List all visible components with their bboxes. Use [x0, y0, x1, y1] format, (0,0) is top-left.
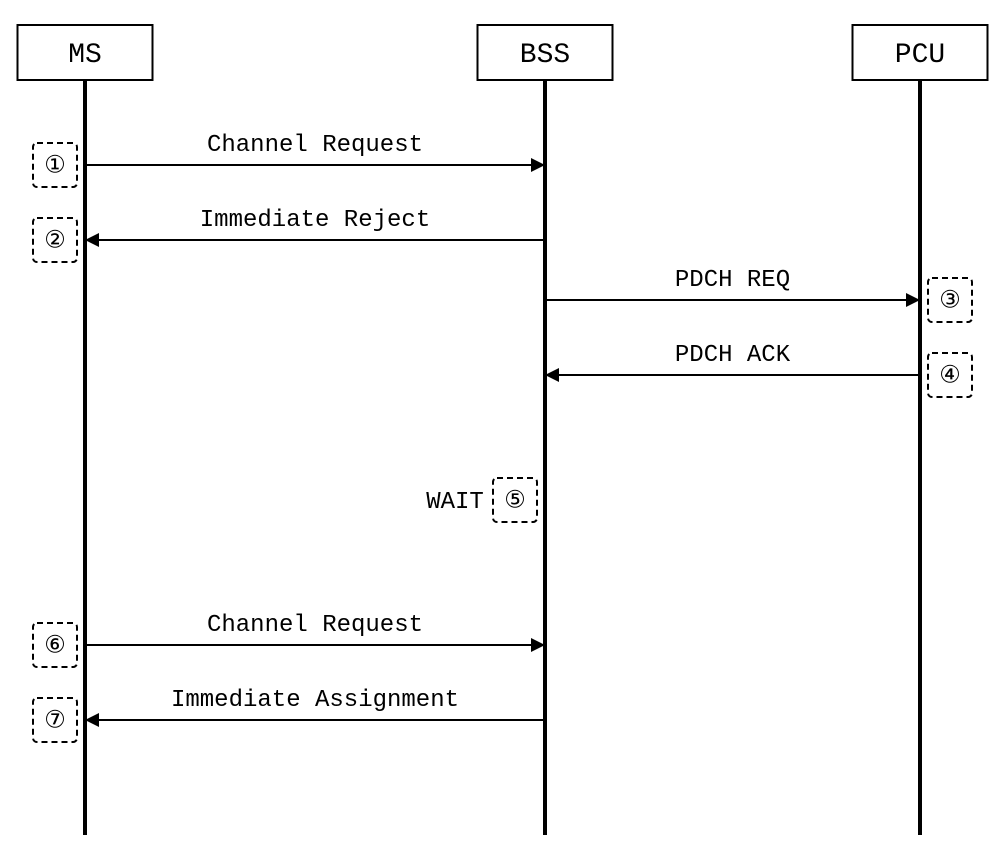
message-label-1: Channel Request — [207, 132, 423, 159]
participant-label-bss: BSS — [520, 40, 570, 71]
message-label-7: Immediate Assignment — [171, 687, 459, 714]
step-number-3: ③ — [939, 288, 961, 315]
arrow-head — [531, 638, 545, 652]
participant-label-ms: MS — [68, 40, 102, 71]
message-label-2: Immediate Reject — [200, 207, 430, 234]
message-label-4: PDCH ACK — [675, 342, 791, 369]
message-label-3: PDCH REQ — [675, 267, 790, 294]
self-note-label: WAIT — [426, 489, 484, 516]
arrow-head — [545, 368, 559, 382]
step-number-7: ⑦ — [44, 708, 66, 735]
arrow-head — [531, 158, 545, 172]
message-label-6: Channel Request — [207, 612, 423, 639]
arrow-head — [85, 713, 99, 727]
step-number-4: ④ — [939, 363, 961, 390]
arrow-head — [85, 233, 99, 247]
participant-label-pcu: PCU — [895, 40, 945, 71]
step-number-5: ⑤ — [504, 488, 526, 515]
step-number-6: ⑥ — [44, 633, 66, 660]
arrow-head — [906, 293, 920, 307]
step-number-1: ① — [44, 153, 66, 180]
step-number-2: ② — [44, 228, 66, 255]
sequence-diagram: MS BSS PCU Channel Request ① Immediate Reject… — [0, 0, 1000, 847]
